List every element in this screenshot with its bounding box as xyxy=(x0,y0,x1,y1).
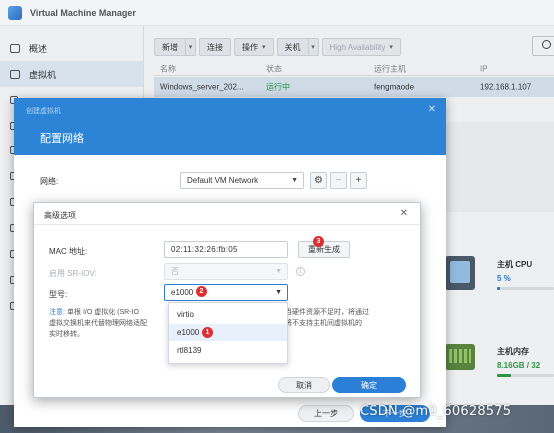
add-network-button[interactable]: + xyxy=(350,172,367,189)
model-dropdown-list: virtio e1000 rtl8139 xyxy=(168,302,288,364)
info-icon[interactable]: i xyxy=(296,267,305,276)
close-icon[interactable]: ✕ xyxy=(400,208,408,219)
wizard-subtitle: 创建虚拟机 xyxy=(26,108,61,115)
advanced-options-dialog: 高级选项 ✕ MAC 地址: 02:11:32:26:fb:05 重新生成 启用… xyxy=(33,202,421,398)
sriov-value: 否 xyxy=(171,267,179,276)
model-select[interactable]: e1000 ▼ xyxy=(164,284,288,301)
title-bar: Virtual Machine Manager xyxy=(0,0,554,26)
vmm-logo-icon xyxy=(8,5,22,20)
model-select-value: e1000 xyxy=(171,288,194,297)
dialog-title: 高级选项 xyxy=(44,211,76,220)
previous-step-button[interactable]: 上一步 xyxy=(298,405,354,422)
note-text-1a: 单根 I/O 虚拟化 (SR-IO xyxy=(67,309,139,316)
advanced-options-header: 高级选项 ✕ xyxy=(34,203,420,225)
step-badge-2: 2 xyxy=(196,286,207,297)
mac-address-field[interactable]: 02:11:32:26:fb:05 xyxy=(164,241,288,258)
note-text-2a: 虚拟交换机来代替物理网络适配 xyxy=(49,320,147,327)
note-label: 注意: xyxy=(49,309,65,316)
gear-icon: ⚙ xyxy=(314,175,323,186)
network-label: 网络: xyxy=(40,177,59,186)
app-title: Virtual Machine Manager xyxy=(30,7,136,18)
watermark: CSDN @m0_60628575 xyxy=(360,404,512,419)
mac-address-value: 02:11:32:26:fb:05 xyxy=(171,245,238,254)
option-e1000[interactable]: e1000 xyxy=(169,324,287,341)
remove-network-button[interactable]: − xyxy=(330,172,347,189)
wizard-header: 创建虚拟机 ✕ 配置网络 xyxy=(14,98,446,155)
close-icon[interactable]: ✕ xyxy=(428,104,436,115)
step-badge-3: 3 xyxy=(313,236,324,247)
sriov-label: 启用 SR-IOV: xyxy=(49,269,97,278)
mac-address-label: MAC 地址: xyxy=(49,247,88,256)
wizard-title: 配置网络 xyxy=(40,133,84,145)
cancel-button[interactable]: 取消 xyxy=(278,377,330,393)
step-badge-1: 1 xyxy=(202,327,213,338)
network-select-value: Default VM Network xyxy=(187,176,259,185)
network-select[interactable]: Default VM Network ▼ xyxy=(180,172,304,189)
option-rtl8139[interactable]: rtl8139 xyxy=(169,342,287,359)
regenerate-button[interactable]: 重新生成 xyxy=(298,241,350,258)
model-label: 型号: xyxy=(49,290,68,299)
chevron-down-icon: ▼ xyxy=(275,289,282,296)
network-settings-button[interactable]: ⚙ xyxy=(310,172,327,189)
minus-icon: − xyxy=(335,175,342,186)
sriov-select: 否 ▼ xyxy=(164,263,288,280)
ok-button[interactable]: 确定 xyxy=(332,377,406,393)
option-virtio[interactable]: virtio xyxy=(169,306,287,323)
chevron-down-icon: ▼ xyxy=(275,268,282,275)
plus-icon: + xyxy=(355,175,362,186)
note-text-3: 实时移转。 xyxy=(49,331,84,338)
chevron-down-icon: ▼ xyxy=(291,177,298,184)
